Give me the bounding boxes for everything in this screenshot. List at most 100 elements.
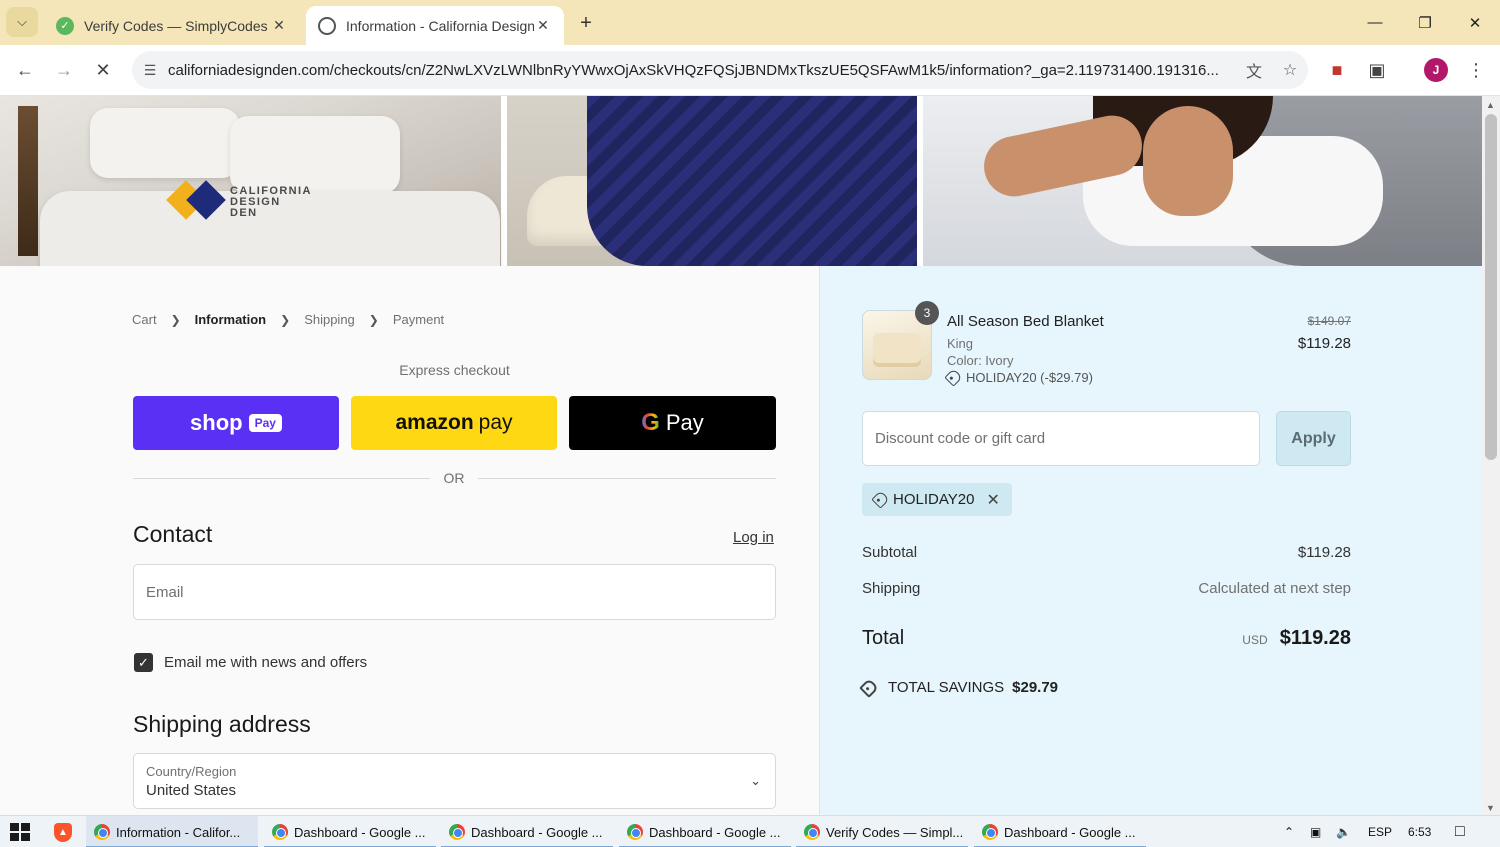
brave-browser-icon[interactable]: ▲ xyxy=(54,823,72,842)
taskbar-app-dashboard[interactable]: Dashboard - Google ... xyxy=(441,816,613,847)
tray-chevron-up-icon[interactable]: ⌃ xyxy=(1284,816,1294,847)
tab-search-button[interactable]: ⌵ xyxy=(6,7,38,37)
remove-discount-icon[interactable]: ✕ xyxy=(986,490,999,510)
email-input[interactable] xyxy=(134,565,775,619)
discount-code-input[interactable] xyxy=(863,412,1259,465)
scroll-down-icon[interactable]: ▼ xyxy=(1486,803,1495,813)
total-label: Total xyxy=(862,627,905,649)
windows-start-icon[interactable] xyxy=(10,823,30,841)
address-bar[interactable]: ☰ californiadesignden.com/checkouts/cn/Z… xyxy=(132,51,1308,89)
network-icon[interactable]: ▣ xyxy=(1310,816,1321,847)
chrome-icon xyxy=(982,824,998,840)
savings-label: TOTAL SAVINGS xyxy=(888,679,1005,696)
log-in-link[interactable]: Log in xyxy=(733,529,774,546)
close-tab-icon[interactable]: ✕ xyxy=(534,17,552,34)
taskbar-app-information[interactable]: Information - Califor... xyxy=(86,816,258,847)
google-pay-button[interactable]: G Pay xyxy=(569,396,776,450)
email-field[interactable] xyxy=(133,564,776,620)
breadcrumb: Cart ❯ Information ❯ Shipping ❯ Payment xyxy=(132,312,458,327)
bookmark-star-icon[interactable]: ☆ xyxy=(1272,60,1308,80)
currency-code: USD xyxy=(1242,633,1268,647)
extension-robot-icon[interactable]: ■ xyxy=(1322,55,1352,85)
amazon-text: amazon xyxy=(395,411,474,434)
shop-pay-button[interactable]: shop Pay xyxy=(133,396,339,450)
minimize-icon[interactable]: — xyxy=(1350,0,1400,45)
extensions-puzzle-icon[interactable]: ▣ xyxy=(1362,55,1392,85)
windows-taskbar: ▲ Information - Califor... Dashboard - G… xyxy=(0,815,1500,847)
taskbar-app-label: Information - Califor... xyxy=(116,824,241,840)
shipping-value: Calculated at next step xyxy=(1198,580,1351,597)
subtotal-label: Subtotal xyxy=(862,544,918,561)
savings-value: $29.79 xyxy=(1012,679,1059,696)
browser-toolbar: ← → ✕ ☰ californiadesignden.com/checkout… xyxy=(0,45,1500,96)
or-label: OR xyxy=(430,470,478,486)
chevron-right-icon: ❯ xyxy=(280,312,291,327)
tab-verify-codes[interactable]: ✓ Verify Codes — SimplyCodes ✕ xyxy=(44,6,300,45)
browser-menu-icon[interactable]: ⋮ xyxy=(1461,55,1491,85)
tab-title: Information - California Design xyxy=(346,17,534,34)
shop-pay-badge: Pay xyxy=(248,414,282,432)
scrollbar-thumb[interactable] xyxy=(1485,114,1497,460)
translate-icon[interactable]: 文 xyxy=(1236,58,1272,82)
apply-button[interactable]: Apply xyxy=(1276,411,1351,466)
chrome-icon xyxy=(627,824,643,840)
country-select[interactable]: Country/Region United States ⌄ xyxy=(133,753,776,809)
taskbar-app-label: Verify Codes — Simpl... xyxy=(826,824,964,840)
logo-line: DEN xyxy=(230,206,258,219)
volume-icon[interactable]: 🔈 xyxy=(1336,816,1351,847)
express-checkout-label: Express checkout xyxy=(399,362,510,378)
product-size: King xyxy=(947,336,974,351)
taskbar-app-dashboard[interactable]: Dashboard - Google ... xyxy=(264,816,436,847)
notifications-icon[interactable]: □ xyxy=(1455,816,1465,847)
clock[interactable]: 6:53 xyxy=(1408,816,1431,847)
chrome-icon xyxy=(804,824,820,840)
tag-icon xyxy=(944,368,963,387)
taskbar-app-dashboard[interactable]: Dashboard - Google ... xyxy=(974,816,1146,847)
subtotal-value: $119.28 xyxy=(1297,544,1351,561)
total-value: $119.28 xyxy=(1279,627,1351,649)
country-value: United States xyxy=(146,782,237,799)
amazon-pay-button[interactable]: amazon pay xyxy=(351,396,557,450)
product-discount-text: HOLIDAY20 (-$29.79) xyxy=(966,370,1093,385)
taskbar-app-verify-codes[interactable]: Verify Codes — Simpl... xyxy=(796,816,968,847)
applied-discount-chip: HOLIDAY20 ✕ xyxy=(862,483,1012,516)
google-pay-text: Pay xyxy=(665,410,704,435)
banner-bedroom-image xyxy=(0,96,501,266)
close-window-icon[interactable]: ✕ xyxy=(1450,0,1500,45)
california-design-den-logo[interactable]: CALIFORNIA DESIGN DEN xyxy=(166,180,312,222)
breadcrumb-cart[interactable]: Cart xyxy=(132,312,157,327)
chevron-right-icon: ❯ xyxy=(368,312,379,327)
banner-blanket-image xyxy=(507,96,917,266)
original-price: $149.07 xyxy=(1307,314,1351,328)
banner-sleeping-woman-image xyxy=(923,96,1482,266)
profile-avatar[interactable]: J xyxy=(1424,58,1448,82)
language-indicator[interactable]: ESP xyxy=(1368,816,1392,847)
tab-information[interactable]: Information - California Design ✕ xyxy=(306,6,564,45)
page-scrollbar[interactable]: ▲ ▼ xyxy=(1482,96,1500,815)
checkout-main: Cart ❯ Information ❯ Shipping ❯ Payment … xyxy=(0,266,819,815)
url-text[interactable]: californiadesignden.com/checkouts/cn/Z2N… xyxy=(168,62,1236,79)
restore-icon[interactable]: ❐ xyxy=(1400,0,1450,45)
back-arrow-icon[interactable]: ← xyxy=(10,55,40,85)
subtotal-row: Subtotal $119.28 xyxy=(862,544,1351,561)
site-settings-icon[interactable]: ☰ xyxy=(132,62,168,79)
breadcrumb-information: Information xyxy=(194,312,267,327)
total-savings: TOTAL SAVINGS $29.79 xyxy=(859,677,1059,698)
logo-chevron-icon xyxy=(166,180,226,222)
taskbar-app-dashboard[interactable]: Dashboard - Google ... xyxy=(619,816,791,847)
close-tab-icon[interactable]: ✕ xyxy=(270,17,288,34)
stop-loading-icon[interactable]: ✕ xyxy=(88,55,118,85)
forward-arrow-icon[interactable]: → xyxy=(49,55,79,85)
scroll-up-icon[interactable]: ▲ xyxy=(1486,100,1495,110)
google-g-icon: G xyxy=(641,409,660,436)
applied-code: HOLIDAY20 xyxy=(893,491,975,508)
shipping-row: Shipping Calculated at next step xyxy=(862,580,1351,597)
newsletter-option[interactable]: ✓ Email me with news and offers xyxy=(134,653,367,672)
logo-line: CALIFORNIA xyxy=(230,184,312,197)
product-discount: HOLIDAY20 (-$29.79) xyxy=(944,368,1093,387)
discount-code-field[interactable] xyxy=(862,411,1260,466)
checkbox-checked-icon[interactable]: ✓ xyxy=(134,653,153,672)
new-tab-button[interactable]: + xyxy=(572,9,600,37)
contact-heading: Contact xyxy=(133,521,213,547)
product-price: $119.28 xyxy=(1297,335,1351,352)
